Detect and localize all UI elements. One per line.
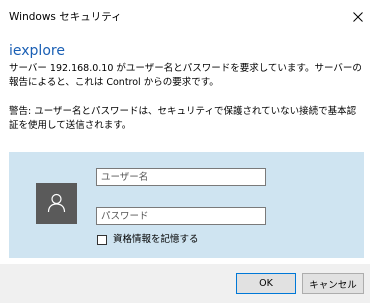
button-bar: OK キャンセル — [0, 264, 370, 303]
remember-credentials-row[interactable]: 資格情報を記憶する — [97, 233, 199, 247]
window-title: Windows セキュリティ — [9, 11, 122, 23]
close-icon — [353, 12, 363, 22]
credential-panel: 資格情報を記憶する — [9, 152, 364, 258]
avatar — [36, 183, 77, 224]
remember-credentials-label[interactable]: 資格情報を記憶する — [113, 233, 199, 247]
cancel-button[interactable]: キャンセル — [302, 273, 364, 294]
security-warning-message: 警告: ユーザー名とパスワードは、セキュリティで保護されていない接続で基本認証を… — [9, 106, 357, 131]
server-request-message: サーバー 192.168.0.10 がユーザー名とパスワードを要求しています。サ… — [9, 63, 362, 88]
user-icon — [47, 193, 66, 213]
remember-credentials-checkbox[interactable] — [97, 235, 107, 245]
close-button[interactable] — [346, 4, 370, 30]
ok-button[interactable]: OK — [236, 273, 296, 294]
title-bar: Windows セキュリティ — [0, 0, 370, 34]
username-field[interactable] — [96, 168, 266, 186]
credential-dialog: Windows セキュリティ iexplore サーバー 192.168.0.1… — [0, 0, 370, 303]
password-field[interactable] — [96, 207, 266, 225]
app-name: iexplore — [9, 43, 65, 59]
